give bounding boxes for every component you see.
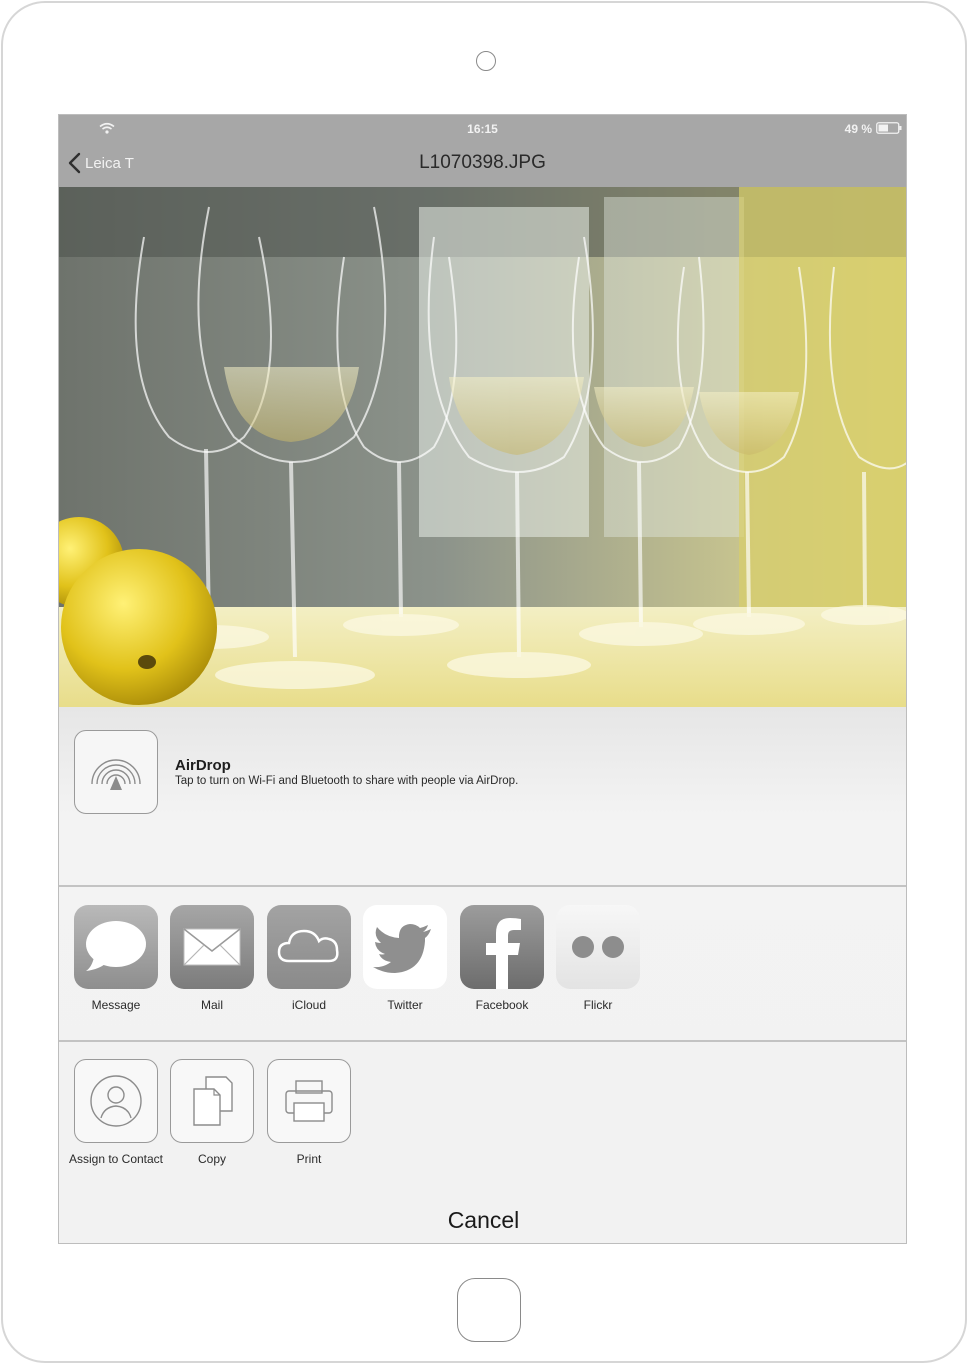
share-sheet: AirDrop Tap to turn on Wi-Fi and Bluetoo… xyxy=(59,707,906,1243)
action-label: Copy xyxy=(197,1152,226,1166)
airdrop-button[interactable] xyxy=(74,730,158,814)
app-label: Mail xyxy=(200,998,223,1012)
page-title: L1070398.JPG xyxy=(419,152,546,173)
status-bar: 16:15 49 % xyxy=(59,115,906,141)
airdrop-icon xyxy=(91,759,141,790)
battery-percentage: 49 % xyxy=(844,122,872,136)
share-apps-row: Message Mail iCloud Twitter Facebook Fli… xyxy=(59,889,906,1042)
assign-to-contact-button[interactable]: Assign to Contact xyxy=(68,1059,164,1166)
copy-icon xyxy=(170,1059,254,1143)
twitter-icon xyxy=(363,905,447,989)
app-label: Twitter xyxy=(387,998,423,1012)
share-twitter-button[interactable]: Twitter xyxy=(357,905,453,1012)
flickr-icon xyxy=(556,905,640,989)
icloud-icon xyxy=(267,905,351,989)
share-facebook-button[interactable]: Facebook xyxy=(454,905,550,1012)
share-flickr-button[interactable]: Flickr xyxy=(550,905,646,1012)
share-mail-button[interactable]: Mail xyxy=(164,905,260,1012)
battery-icon xyxy=(876,122,902,134)
app-label: iCloud xyxy=(291,998,327,1012)
app-label: Flickr xyxy=(583,998,613,1012)
print-button[interactable]: Print xyxy=(261,1059,357,1166)
airdrop-description: Tap to turn on Wi-Fi and Bluetooth to sh… xyxy=(175,775,519,787)
actions-row: Assign to Contact Copy Print xyxy=(59,1044,906,1194)
action-label: Print xyxy=(296,1152,322,1166)
airdrop-title: AirDrop xyxy=(175,757,231,774)
facebook-icon xyxy=(460,905,544,989)
home-button[interactable] xyxy=(457,1278,521,1342)
message-icon xyxy=(74,905,158,989)
contact-icon xyxy=(74,1059,158,1143)
cancel-button[interactable]: Cancel xyxy=(59,1197,906,1243)
front-camera xyxy=(476,51,496,71)
wine-glasses-photo xyxy=(59,187,906,707)
airdrop-section: AirDrop Tap to turn on Wi-Fi and Bluetoo… xyxy=(59,707,906,887)
share-message-button[interactable]: Message xyxy=(68,905,164,1012)
photo-preview xyxy=(59,187,906,707)
action-label: Assign to Contact xyxy=(68,1152,164,1166)
screen: 16:15 49 % Leica T L1070398.JPG AirDrop … xyxy=(58,114,907,1244)
app-label: Message xyxy=(91,998,141,1012)
app-label: Facebook xyxy=(475,998,529,1012)
printer-icon xyxy=(267,1059,351,1143)
copy-button[interactable]: Copy xyxy=(164,1059,260,1166)
status-time: 16:15 xyxy=(467,122,498,136)
top-bar: 16:15 49 % Leica T L1070398.JPG xyxy=(59,115,906,187)
share-icloud-button[interactable]: iCloud xyxy=(261,905,357,1012)
mail-icon xyxy=(170,905,254,989)
